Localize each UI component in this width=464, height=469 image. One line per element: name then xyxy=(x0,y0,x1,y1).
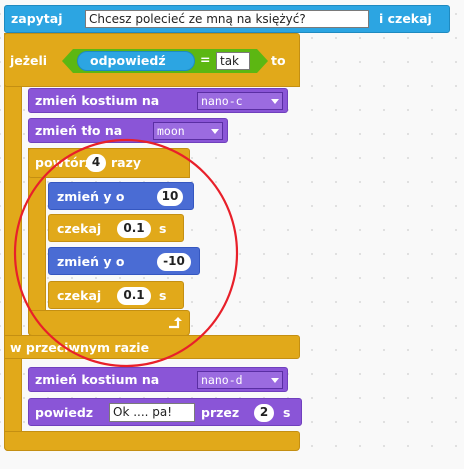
say-for-label: przez xyxy=(201,405,240,420)
if-label: jeżeli xyxy=(10,53,48,68)
costume-dropdown-2[interactable]: nano-d xyxy=(197,371,283,389)
ask-suffix-label: i czekaj xyxy=(379,11,432,26)
answer-reporter[interactable]: odpowiedź xyxy=(77,51,195,71)
wait-suffix-label-1: s xyxy=(159,221,167,236)
switch-costume-label-2: zmień kostium na xyxy=(35,372,160,387)
chevron-down-icon xyxy=(211,129,219,134)
chevron-down-icon xyxy=(271,378,279,383)
switch-backdrop-block[interactable]: zmień tło na moon xyxy=(28,118,228,143)
wait-label-1: czekaj xyxy=(57,221,102,236)
if-else-bottom xyxy=(4,431,300,451)
costume-dropdown-value-1: nano-c xyxy=(201,94,243,108)
backdrop-dropdown[interactable]: moon xyxy=(153,122,223,140)
say-label: powiedz xyxy=(35,405,94,420)
change-y-value-input-2[interactable]: -10 xyxy=(157,253,191,271)
say-message-input[interactable]: Ok .... pa! xyxy=(109,403,195,422)
change-y-block-2[interactable]: zmień y o -10 xyxy=(48,247,200,275)
chevron-down-icon xyxy=(271,99,279,104)
change-y-block-1[interactable]: zmień y o 10 xyxy=(48,182,194,210)
if-else-left-arm xyxy=(4,33,22,451)
ask-label: zapytaj xyxy=(11,11,63,26)
condition-value-input[interactable]: tak xyxy=(216,52,250,70)
costume-dropdown-value-2: nano-d xyxy=(201,373,243,387)
answer-reporter-label: odpowiedź xyxy=(90,53,166,68)
wait-value-input-1[interactable]: 0.1 xyxy=(117,220,151,238)
then-label: to xyxy=(271,53,286,68)
repeat-suffix-label: razy xyxy=(111,155,142,170)
ask-and-wait-block[interactable]: zapytaj Chcesz polecieć ze mną na księży… xyxy=(4,5,450,33)
script-canvas[interactable]: zapytaj Chcesz polecieć ze mną na księży… xyxy=(0,0,464,469)
backdrop-dropdown-value: moon xyxy=(157,124,185,138)
switch-costume-block-1[interactable]: zmień kostium na nano-c xyxy=(28,88,288,113)
change-y-label-1: zmień y o xyxy=(57,189,125,204)
loop-arrow-icon xyxy=(169,317,182,329)
change-y-value-input-1[interactable]: 10 xyxy=(157,188,183,206)
equals-sign: = xyxy=(200,52,211,67)
repeat-bottom xyxy=(28,310,190,336)
ask-question-input[interactable]: Chcesz polecieć ze mną na księżyć? xyxy=(85,10,369,28)
costume-dropdown-1[interactable]: nano-c xyxy=(197,92,283,110)
switch-costume-label-1: zmień kostium na xyxy=(35,93,160,108)
change-y-label-2: zmień y o xyxy=(57,254,125,269)
repeat-count-input[interactable]: 4 xyxy=(86,154,106,172)
else-bar: w przeciwnym razie xyxy=(4,335,300,359)
repeat-header: powtórz 4 razy xyxy=(28,148,190,178)
say-for-secs-block[interactable]: powiedz Ok .... pa! przez 2 s xyxy=(28,398,302,426)
repeat-label: powtórz xyxy=(35,155,93,170)
else-label: w przeciwnym razie xyxy=(10,340,150,355)
say-seconds-input[interactable]: 2 xyxy=(254,404,274,422)
switch-costume-block-2[interactable]: zmień kostium na nano-d xyxy=(28,367,288,392)
say-suffix-label: s xyxy=(283,405,291,420)
wait-block-1[interactable]: czekaj 0.1 s xyxy=(48,214,184,242)
wait-suffix-label-2: s xyxy=(159,288,167,303)
switch-backdrop-label: zmień tło na xyxy=(35,123,123,138)
wait-label-2: czekaj xyxy=(57,288,102,303)
wait-block-2[interactable]: czekaj 0.1 s xyxy=(48,281,184,309)
wait-value-input-2[interactable]: 0.1 xyxy=(117,287,151,305)
